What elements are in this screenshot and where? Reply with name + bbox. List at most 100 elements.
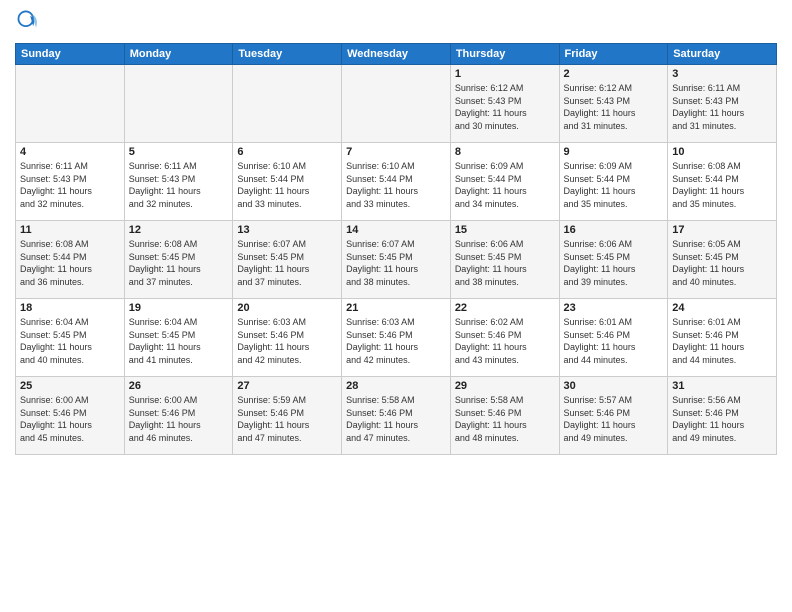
day-of-week-header: Wednesday	[342, 44, 451, 65]
day-number: 10	[672, 146, 772, 158]
day-info: Sunrise: 5:58 AMSunset: 5:46 PMDaylight:…	[455, 394, 555, 444]
calendar-cell: 21Sunrise: 6:03 AMSunset: 5:46 PMDayligh…	[342, 299, 451, 377]
day-info: Sunrise: 6:03 AMSunset: 5:46 PMDaylight:…	[237, 316, 337, 366]
calendar-cell: 6 Sunrise: 6:10 AMSunset: 5:44 PMDaylight…	[233, 143, 342, 221]
day-number: 1	[455, 68, 555, 80]
calendar-cell: 13Sunrise: 6:07 AMSunset: 5:45 PMDayligh…	[233, 221, 342, 299]
day-number: 22	[455, 302, 555, 314]
day-info: Sunrise: 6:11 AMSunset: 5:43 PMDaylight:…	[129, 160, 229, 210]
day-info: Sunrise: 6:10 AMSunset: 5:44 PMDaylight:…	[346, 160, 446, 210]
calendar-cell: 26 Sunrise: 6:00 AMSunset: 5:46 PMDayligh…	[124, 377, 233, 455]
day-number: 21	[346, 302, 446, 314]
day-of-week-header: Monday	[124, 44, 233, 65]
calendar-cell: 27 Sunrise: 5:59 AMSunset: 5:46 PMDayligh…	[233, 377, 342, 455]
day-info: Sunrise: 6:04 AMSunset: 5:45 PMDaylight:…	[20, 316, 120, 366]
calendar-cell: 4Sunrise: 6:11 AMSunset: 5:43 PMDaylight…	[16, 143, 125, 221]
day-info: Sunrise: 6:12 AMSunset: 5:43 PMDaylight:…	[564, 82, 664, 132]
calendar-cell: 29 Sunrise: 5:58 AMSunset: 5:46 PMDayligh…	[450, 377, 559, 455]
calendar-cell: 2 Sunrise: 6:12 AMSunset: 5:43 PMDaylight…	[559, 65, 668, 143]
calendar-cell: 11 Sunrise: 6:08 AMSunset: 5:44 PMDayligh…	[16, 221, 125, 299]
day-number: 6	[237, 146, 337, 158]
day-info: Sunrise: 5:56 AMSunset: 5:46 PMDaylight:…	[672, 394, 772, 444]
calendar-cell: 17 Sunrise: 6:05 AMSunset: 5:45 PMDayligh…	[668, 221, 777, 299]
calendar-cell: 9 Sunrise: 6:09 AMSunset: 5:44 PMDaylight…	[559, 143, 668, 221]
calendar-cell	[124, 65, 233, 143]
calendar-cell: 5 Sunrise: 6:11 AMSunset: 5:43 PMDaylight…	[124, 143, 233, 221]
calendar-cell	[16, 65, 125, 143]
day-number: 9	[564, 146, 664, 158]
calendar-cell: 7 Sunrise: 6:10 AMSunset: 5:44 PMDaylight…	[342, 143, 451, 221]
calendar-cell	[342, 65, 451, 143]
day-number: 27	[237, 380, 337, 392]
day-number: 3	[672, 68, 772, 80]
day-info: Sunrise: 6:05 AMSunset: 5:45 PMDaylight:…	[672, 238, 772, 288]
day-number: 19	[129, 302, 229, 314]
calendar-cell: 28 Sunrise: 5:58 AMSunset: 5:46 PMDayligh…	[342, 377, 451, 455]
calendar-cell: 30Sunrise: 5:57 AMSunset: 5:46 PMDayligh…	[559, 377, 668, 455]
calendar-cell: 10Sunrise: 6:08 AMSunset: 5:44 PMDayligh…	[668, 143, 777, 221]
calendar-table: SundayMondayTuesdayWednesdayThursdayFrid…	[15, 43, 777, 455]
day-info: Sunrise: 6:01 AMSunset: 5:46 PMDaylight:…	[564, 316, 664, 366]
day-of-week-header: Friday	[559, 44, 668, 65]
calendar-cell: 3Sunrise: 6:11 AMSunset: 5:43 PMDaylight…	[668, 65, 777, 143]
day-info: Sunrise: 5:58 AMSunset: 5:46 PMDaylight:…	[346, 394, 446, 444]
logo	[15, 10, 39, 37]
calendar-cell: 18 Sunrise: 6:04 AMSunset: 5:45 PMDayligh…	[16, 299, 125, 377]
day-info: Sunrise: 6:11 AMSunset: 5:43 PMDaylight:…	[20, 160, 120, 210]
day-info: Sunrise: 6:06 AMSunset: 5:45 PMDaylight:…	[455, 238, 555, 288]
logo-icon	[17, 10, 39, 32]
day-info: Sunrise: 6:08 AMSunset: 5:44 PMDaylight:…	[20, 238, 120, 288]
day-number: 26	[129, 380, 229, 392]
day-info: Sunrise: 6:09 AMSunset: 5:44 PMDaylight:…	[564, 160, 664, 210]
day-of-week-header: Thursday	[450, 44, 559, 65]
day-number: 25	[20, 380, 120, 392]
day-info: Sunrise: 6:10 AMSunset: 5:44 PMDaylight:…	[237, 160, 337, 210]
day-number: 5	[129, 146, 229, 158]
day-number: 28	[346, 380, 446, 392]
calendar-cell: 16 Sunrise: 6:06 AMSunset: 5:45 PMDayligh…	[559, 221, 668, 299]
page-header	[15, 10, 777, 37]
day-info: Sunrise: 6:00 AMSunset: 5:46 PMDaylight:…	[20, 394, 120, 444]
day-number: 20	[237, 302, 337, 314]
calendar-cell: 22 Sunrise: 6:02 AMSunset: 5:46 PMDayligh…	[450, 299, 559, 377]
calendar-cell: 24 Sunrise: 6:01 AMSunset: 5:46 PMDayligh…	[668, 299, 777, 377]
day-of-week-header: Tuesday	[233, 44, 342, 65]
day-number: 31	[672, 380, 772, 392]
day-info: Sunrise: 6:08 AMSunset: 5:45 PMDaylight:…	[129, 238, 229, 288]
day-of-week-header: Saturday	[668, 44, 777, 65]
day-info: Sunrise: 6:12 AMSunset: 5:43 PMDaylight:…	[455, 82, 555, 132]
calendar-cell	[233, 65, 342, 143]
calendar-cell: 25 Sunrise: 6:00 AMSunset: 5:46 PMDayligh…	[16, 377, 125, 455]
day-number: 7	[346, 146, 446, 158]
day-number: 2	[564, 68, 664, 80]
day-number: 29	[455, 380, 555, 392]
day-number: 24	[672, 302, 772, 314]
day-info: Sunrise: 6:07 AMSunset: 5:45 PMDaylight:…	[346, 238, 446, 288]
calendar-cell: 15 Sunrise: 6:06 AMSunset: 5:45 PMDayligh…	[450, 221, 559, 299]
day-number: 14	[346, 224, 446, 236]
day-of-week-header: Sunday	[16, 44, 125, 65]
day-info: Sunrise: 6:01 AMSunset: 5:46 PMDaylight:…	[672, 316, 772, 366]
day-number: 8	[455, 146, 555, 158]
day-info: Sunrise: 6:09 AMSunset: 5:44 PMDaylight:…	[455, 160, 555, 210]
calendar-cell: 19 Sunrise: 6:04 AMSunset: 5:45 PMDayligh…	[124, 299, 233, 377]
day-number: 16	[564, 224, 664, 236]
day-info: Sunrise: 6:04 AMSunset: 5:45 PMDaylight:…	[129, 316, 229, 366]
day-number: 12	[129, 224, 229, 236]
calendar-cell: 12 Sunrise: 6:08 AMSunset: 5:45 PMDayligh…	[124, 221, 233, 299]
day-number: 30	[564, 380, 664, 392]
day-info: Sunrise: 6:00 AMSunset: 5:46 PMDaylight:…	[129, 394, 229, 444]
calendar-cell: 23 Sunrise: 6:01 AMSunset: 5:46 PMDayligh…	[559, 299, 668, 377]
calendar-cell: 31 Sunrise: 5:56 AMSunset: 5:46 PMDayligh…	[668, 377, 777, 455]
calendar-cell: 1 Sunrise: 6:12 AMSunset: 5:43 PMDaylight…	[450, 65, 559, 143]
day-info: Sunrise: 5:59 AMSunset: 5:46 PMDaylight:…	[237, 394, 337, 444]
day-number: 23	[564, 302, 664, 314]
day-info: Sunrise: 6:02 AMSunset: 5:46 PMDaylight:…	[455, 316, 555, 366]
day-number: 11	[20, 224, 120, 236]
day-number: 18	[20, 302, 120, 314]
day-info: Sunrise: 6:06 AMSunset: 5:45 PMDaylight:…	[564, 238, 664, 288]
day-number: 15	[455, 224, 555, 236]
calendar-cell: 8 Sunrise: 6:09 AMSunset: 5:44 PMDaylight…	[450, 143, 559, 221]
day-number: 13	[237, 224, 337, 236]
day-number: 17	[672, 224, 772, 236]
